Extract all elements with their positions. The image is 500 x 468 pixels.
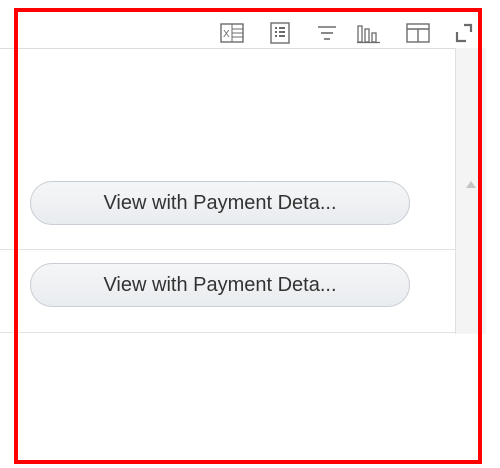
table-row: View with Payment Deta... [0, 250, 455, 333]
view-payment-details-button[interactable]: View with Payment Deta... [30, 181, 410, 225]
filter-icon[interactable] [316, 22, 338, 44]
vertical-scrollbar[interactable] [455, 48, 486, 334]
view-payment-details-button[interactable]: View with Payment Deta... [30, 263, 410, 307]
grid-header [0, 48, 455, 168]
svg-text:X: X [223, 29, 230, 40]
layout-columns-icon[interactable] [406, 22, 430, 44]
list-view-icon[interactable] [270, 22, 290, 44]
excel-export-icon[interactable]: X [220, 22, 244, 44]
expand-icon[interactable] [454, 22, 474, 44]
scroll-up-arrow-icon[interactable] [466, 181, 476, 188]
chart-icon[interactable] [356, 22, 382, 44]
grid-toolbar: X [0, 0, 500, 48]
table-row: View with Payment Deta... [0, 167, 455, 250]
